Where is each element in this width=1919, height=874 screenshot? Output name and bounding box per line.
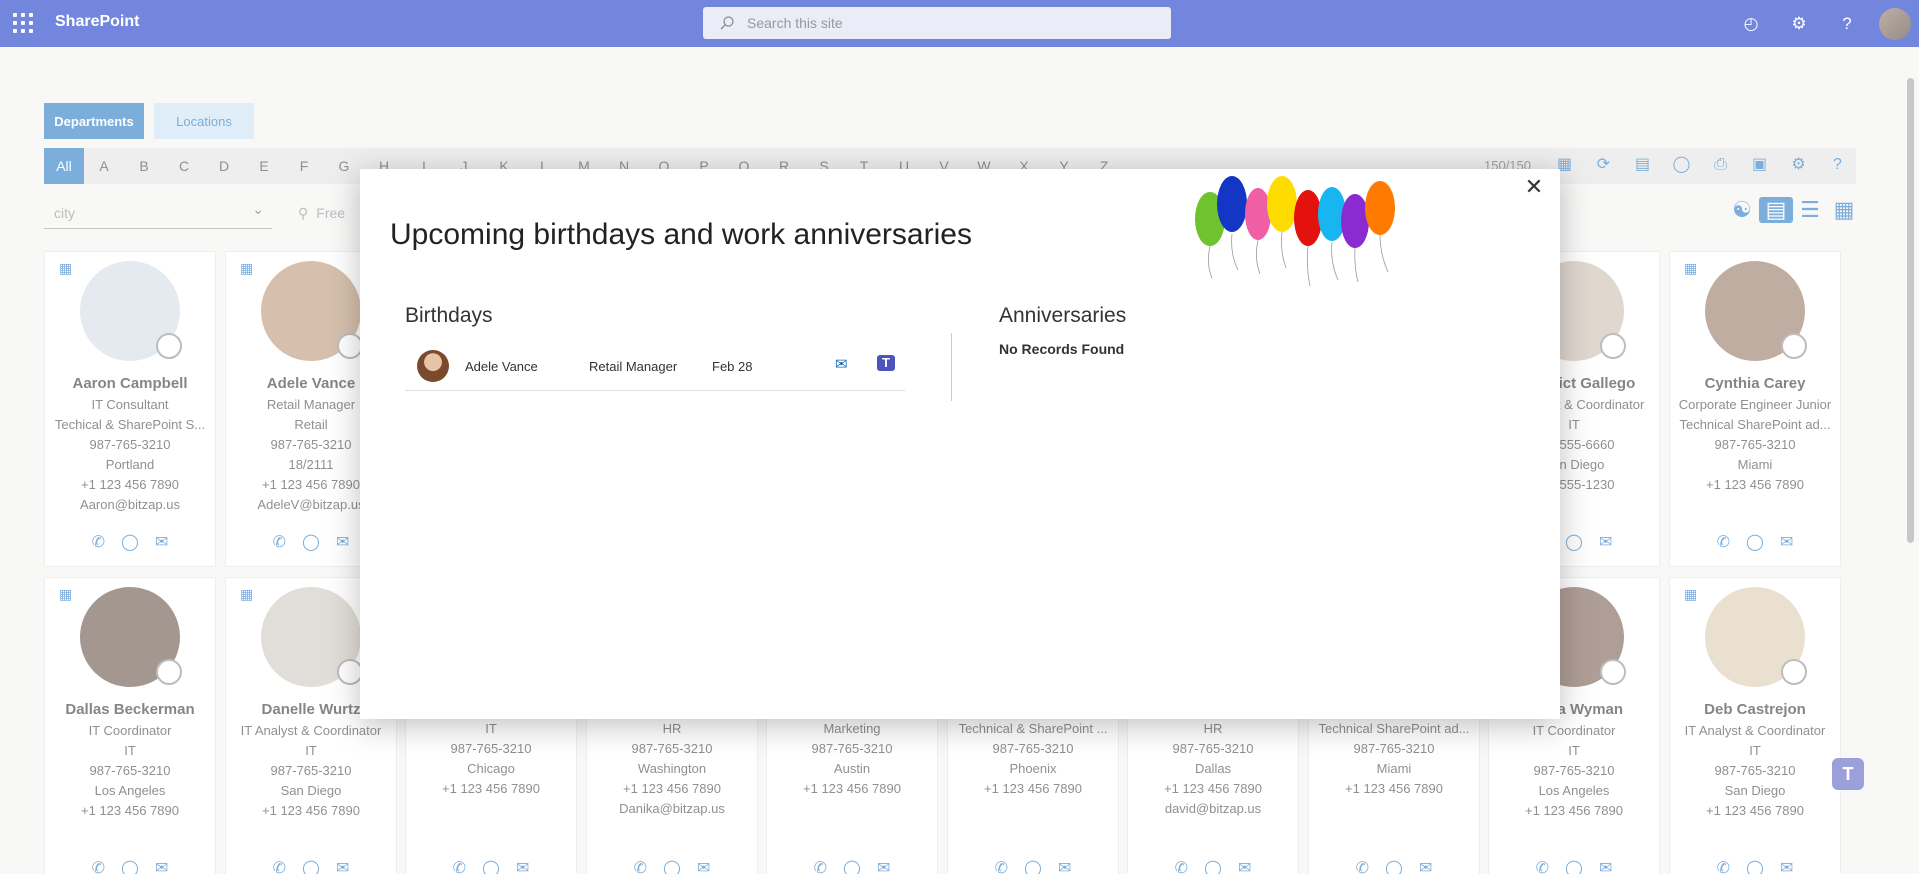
birthdays-heading: Birthdays — [405, 304, 493, 327]
birthday-modal: ✕ Upcoming birthdays and work anniversar… — [360, 169, 1560, 719]
balloons-icon — [1195, 176, 1395, 287]
section-divider — [951, 333, 952, 401]
mail-icon[interactable]: ✉ — [835, 355, 848, 373]
birthday-row: Adele Vance Retail Manager Feb 28 ✉ T — [405, 339, 905, 391]
modal-title: Upcoming birthdays and work anniversarie… — [390, 218, 972, 251]
teams-icon[interactable]: T — [877, 355, 895, 371]
close-icon[interactable]: ✕ — [1520, 173, 1548, 201]
avatar — [417, 350, 449, 382]
anniversaries-heading: Anniversaries — [999, 304, 1127, 327]
birthday-role: Retail Manager — [589, 359, 678, 374]
birthday-date: Feb 28 — [712, 359, 753, 374]
no-records-text: No Records Found — [999, 341, 1125, 357]
birthday-name: Adele Vance — [465, 359, 538, 374]
